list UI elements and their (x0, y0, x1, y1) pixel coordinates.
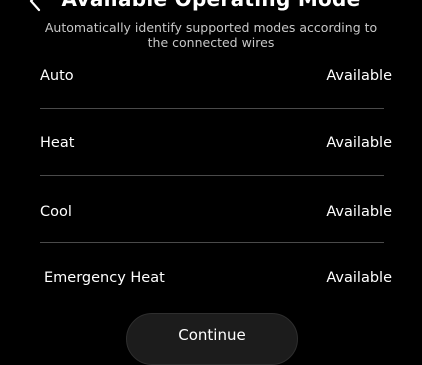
mode-row-heat[interactable]: Heat Available (40, 128, 392, 158)
mode-row-emergency-heat[interactable]: Emergency Heat Available (44, 263, 392, 293)
operating-mode-screen: Available Operating Mode Automatically i… (0, 0, 422, 365)
mode-row-cool[interactable]: Cool Available (40, 197, 392, 227)
mode-status: Available (326, 270, 392, 286)
page-subtitle: Automatically identify supported modes a… (44, 20, 378, 50)
mode-status: Available (326, 204, 392, 220)
mode-label: Cool (40, 204, 72, 220)
divider (40, 108, 384, 109)
page-title: Available Operating Mode (0, 0, 422, 11)
divider (40, 175, 384, 176)
mode-label: Auto (40, 68, 74, 84)
mode-status: Available (326, 68, 392, 84)
divider (40, 242, 384, 243)
continue-button[interactable]: Continue (126, 313, 298, 365)
mode-label: Emergency Heat (44, 270, 165, 286)
mode-row-auto[interactable]: Auto Available (40, 61, 392, 91)
mode-status: Available (326, 135, 392, 151)
mode-label: Heat (40, 135, 75, 151)
